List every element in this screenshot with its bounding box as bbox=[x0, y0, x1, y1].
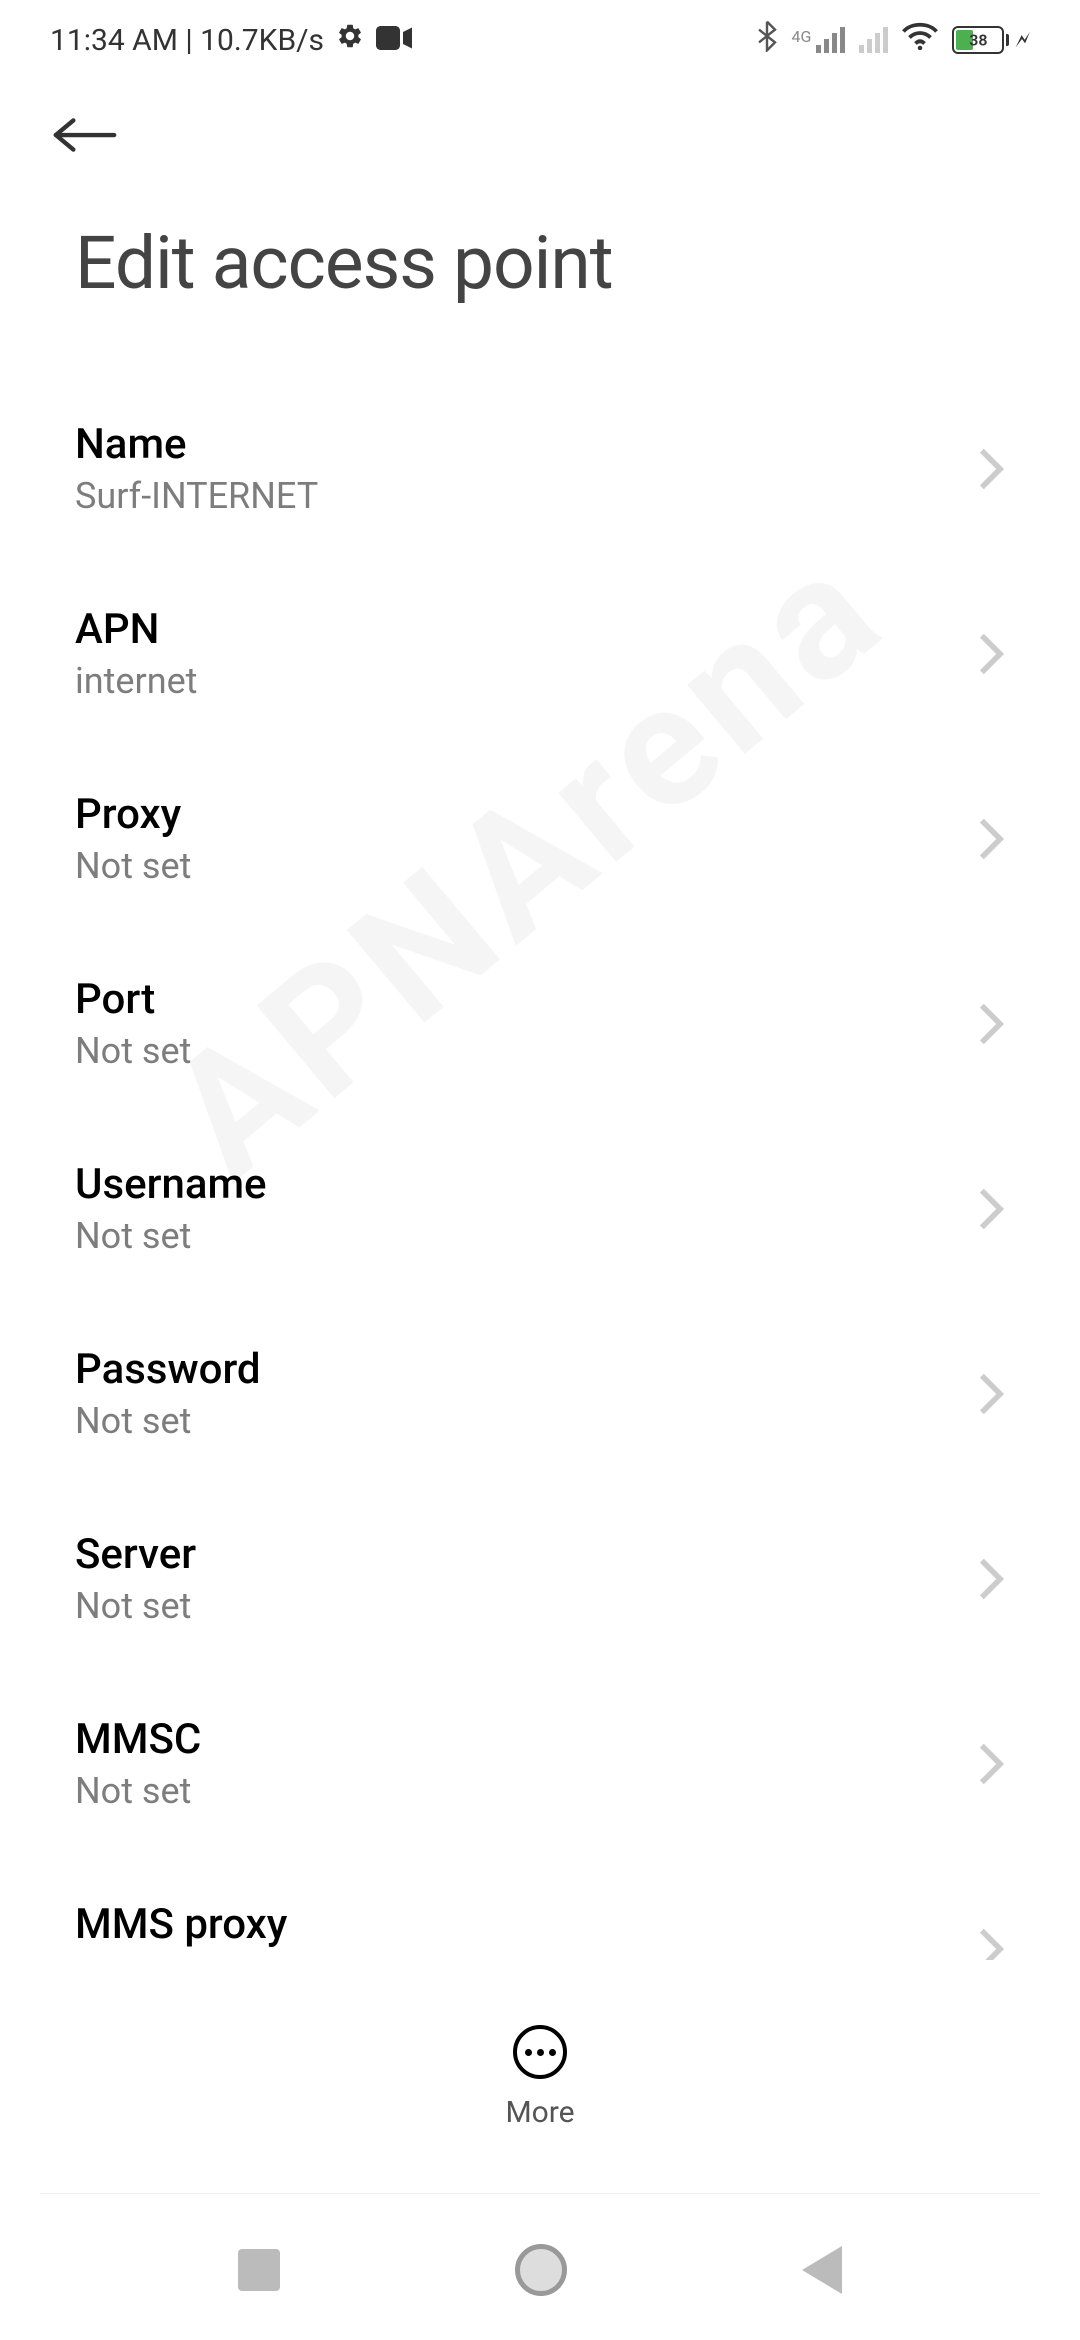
setting-row-password[interactable]: Password Not set bbox=[0, 1301, 1080, 1486]
chevron-right-icon bbox=[977, 632, 1005, 676]
chevron-right-icon bbox=[977, 1002, 1005, 1046]
setting-label: MMS proxy bbox=[75, 1900, 957, 1949]
bluetooth-icon bbox=[757, 20, 777, 60]
setting-label: Username bbox=[75, 1160, 957, 1209]
status-time: 11:34 AM | 10.7KB/s bbox=[50, 23, 324, 58]
setting-value: Not set bbox=[75, 1585, 957, 1627]
setting-label: APN bbox=[75, 605, 957, 654]
chevron-right-icon bbox=[977, 1557, 1005, 1601]
setting-label: Password bbox=[75, 1345, 957, 1394]
settings-list: Name Surf-INTERNET APN internet Proxy No… bbox=[0, 376, 1080, 1960]
setting-label: Name bbox=[75, 420, 957, 469]
battery-indicator: 38 🗲 bbox=[952, 26, 1030, 54]
signal-sim2 bbox=[859, 27, 888, 53]
setting-row-port[interactable]: Port Not set bbox=[0, 931, 1080, 1116]
back-button[interactable] bbox=[50, 110, 120, 160]
setting-value: internet bbox=[75, 660, 957, 702]
chevron-right-icon bbox=[977, 1927, 1005, 1961]
camera-icon bbox=[376, 23, 412, 58]
chevron-right-icon bbox=[977, 1372, 1005, 1416]
setting-label: Port bbox=[75, 975, 957, 1024]
bottom-action-bar: More bbox=[0, 2001, 1080, 2140]
status-left: 11:34 AM | 10.7KB/s bbox=[50, 22, 412, 58]
wifi-icon bbox=[902, 22, 938, 58]
more-label: More bbox=[505, 2095, 574, 2130]
setting-value: Not set bbox=[75, 1955, 957, 1960]
chevron-right-icon bbox=[977, 817, 1005, 861]
setting-row-name[interactable]: Name Surf-INTERNET bbox=[0, 376, 1080, 561]
page-title: Edit access point bbox=[0, 180, 1080, 376]
chevron-right-icon bbox=[977, 1187, 1005, 1231]
setting-row-apn[interactable]: APN internet bbox=[0, 561, 1080, 746]
status-bar: 11:34 AM | 10.7KB/s 4G bbox=[0, 0, 1080, 80]
charging-icon: 🗲 bbox=[1015, 28, 1030, 53]
chevron-right-icon bbox=[977, 1742, 1005, 1786]
setting-label: Proxy bbox=[75, 790, 957, 839]
back-row bbox=[0, 80, 1080, 180]
network-type-label: 4G bbox=[791, 27, 811, 46]
gear-icon bbox=[336, 22, 364, 58]
setting-row-username[interactable]: Username Not set bbox=[0, 1116, 1080, 1301]
setting-row-server[interactable]: Server Not set bbox=[0, 1486, 1080, 1671]
setting-row-mmsc[interactable]: MMSC Not set bbox=[0, 1671, 1080, 1856]
more-button[interactable] bbox=[513, 2025, 567, 2079]
content-area: 11:34 AM | 10.7KB/s 4G bbox=[0, 0, 1080, 1960]
setting-row-mms-proxy[interactable]: MMS proxy Not set bbox=[0, 1856, 1080, 1960]
setting-value: Not set bbox=[75, 1400, 957, 1442]
setting-value: Not set bbox=[75, 1770, 957, 1812]
signal-sim1: 4G bbox=[791, 27, 845, 53]
status-right: 4G bbox=[757, 20, 1030, 60]
setting-label: MMSC bbox=[75, 1715, 957, 1764]
setting-value: Not set bbox=[75, 1030, 957, 1072]
setting-row-proxy[interactable]: Proxy Not set bbox=[0, 746, 1080, 931]
setting-value: Not set bbox=[75, 845, 957, 887]
system-nav-bar bbox=[0, 2200, 1080, 2340]
nav-recents-button[interactable] bbox=[238, 2249, 280, 2291]
setting-value: Not set bbox=[75, 1215, 957, 1257]
setting-label: Server bbox=[75, 1530, 957, 1579]
nav-back-button[interactable] bbox=[802, 2246, 842, 2294]
chevron-right-icon bbox=[977, 447, 1005, 491]
setting-value: Surf-INTERNET bbox=[75, 475, 957, 517]
nav-home-button[interactable] bbox=[515, 2244, 567, 2296]
divider bbox=[40, 2193, 1040, 2194]
